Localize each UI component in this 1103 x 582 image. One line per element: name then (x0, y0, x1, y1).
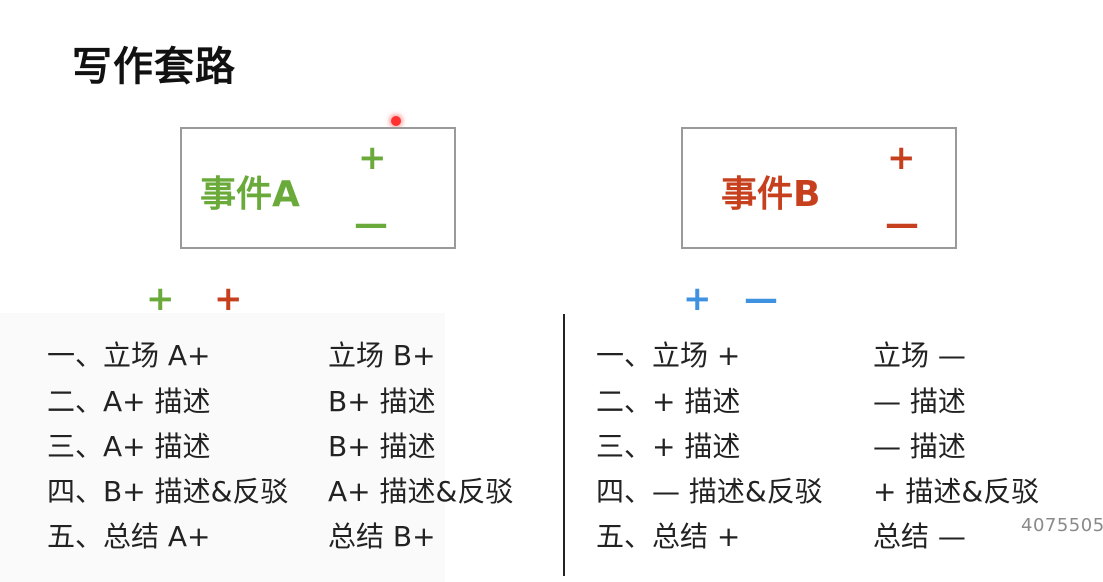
right-col1-row: 五、总结 + (596, 520, 741, 553)
right-pair-minus-blue: — (744, 279, 778, 319)
left-col2-row: B+ 描述 (328, 430, 436, 463)
right-col2-row: 总结 — (873, 520, 966, 553)
event-b-minus-sign: — (885, 204, 919, 244)
event-a-minus-sign: — (354, 204, 388, 244)
left-col2-row: 立场 B+ (328, 339, 436, 372)
event-a-plus-sign: + (358, 138, 387, 178)
left-col2-row: 总结 B+ (328, 520, 436, 553)
left-pair-plus-green: + (146, 279, 175, 319)
watermark-id: 4075505 (1021, 515, 1103, 536)
right-col2-row: — 描述 (873, 385, 966, 418)
event-b-box: 事件B + — (681, 127, 957, 249)
event-a-box: 事件A + — (180, 127, 456, 249)
right-col1-row: 四、— 描述&反驳 (596, 475, 823, 508)
left-col2-row: B+ 描述 (328, 385, 436, 418)
pointer-dot (391, 116, 401, 126)
right-col2-row: 立场 — (873, 339, 966, 372)
left-col1-row: 五、总结 A+ (47, 520, 211, 553)
left-col2-row: A+ 描述&反驳 (328, 475, 514, 508)
left-col1-row: 四、B+ 描述&反驳 (47, 475, 289, 508)
event-b-plus-sign: + (887, 138, 916, 178)
left-col1-row: 二、A+ 描述 (47, 385, 211, 418)
left-pair-plus-red: + (214, 279, 243, 319)
right-col1-row: 一、立场 + (596, 339, 741, 372)
right-col1-row: 二、+ 描述 (596, 385, 741, 418)
right-pair-plus-blue: + (683, 279, 712, 319)
left-col1-row: 三、A+ 描述 (47, 430, 211, 463)
left-col1-row: 一、立场 A+ (47, 339, 211, 372)
right-col2-row: + 描述&反驳 (873, 475, 1040, 508)
page-title: 写作套路 (72, 44, 236, 90)
right-col1-row: 三、+ 描述 (596, 430, 741, 463)
center-divider (563, 314, 565, 576)
event-b-label: 事件B (721, 174, 821, 215)
right-col2-row: — 描述 (873, 430, 966, 463)
event-a-label: 事件A (200, 174, 300, 215)
